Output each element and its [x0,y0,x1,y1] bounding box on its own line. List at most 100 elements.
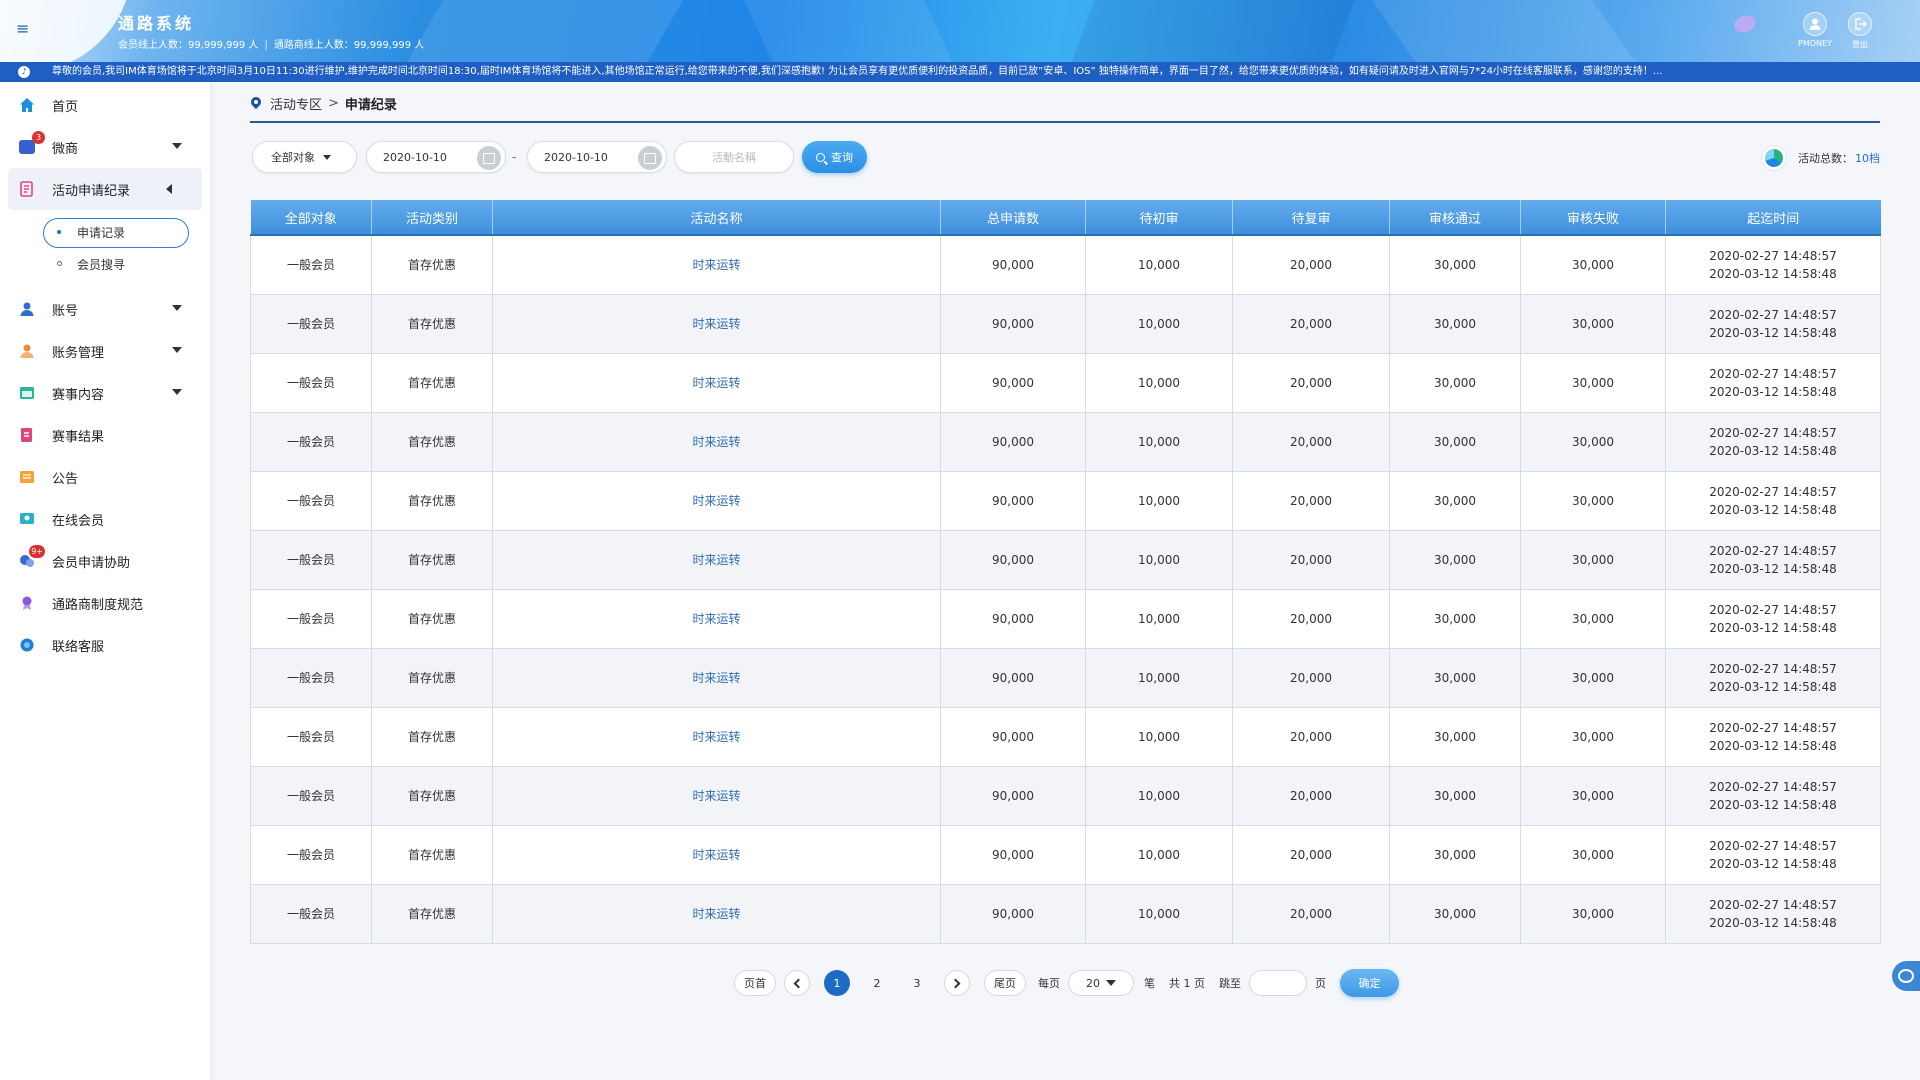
cell-name[interactable]: 时来运转 [492,529,941,590]
cell-name[interactable]: 时来运转 [492,824,941,885]
period-start: 2020-02-27 14:48:57 [1709,720,1837,735]
sidebar-item-online-member[interactable]: 在线会员 [0,498,210,540]
sidebar-item-event-result[interactable]: 赛事结果 [0,414,210,456]
column-header-total-applications[interactable]: 总申请数 [940,200,1086,236]
menu-toggle-icon[interactable]: ≡ [16,20,34,38]
cell-name[interactable]: 时来运转 [492,411,941,472]
sub-item-application-record[interactable]: 申请记录 [0,216,210,248]
cell-pending2: 20,000 [1232,352,1390,413]
sidebar-item-member-help[interactable]: 9+ 会员申请协助 [0,540,210,582]
table-row[interactable]: 一般会员 首存优惠 时来运转 90,000 10,000 20,000 30,000 30,0… [250,529,1881,590]
jump-page-input[interactable] [1249,970,1307,996]
column-header-period[interactable]: 起迄时间 [1665,200,1881,236]
announcement-text: 尊敬的会员,我司IM体育场馆将于北京时间3月10日11:30进行维护,维护完成时… [52,66,1663,77]
table-row[interactable]: 一般会员 首存优惠 时来运转 90,000 10,000 20,000 30,000 30,0… [250,647,1881,708]
policy-icon [18,594,36,612]
last-page-button[interactable]: 尾页 [984,970,1026,996]
cell-period: 2020-02-27 14:48:57 2020-03-12 14:58:48 [1665,234,1881,295]
jump-confirm-button[interactable]: 确定 [1340,969,1399,997]
cell-passed: 30,000 [1389,824,1521,885]
activity-name-input[interactable]: 活動名稱 [674,141,794,173]
column-header-target[interactable]: 全部对象 [250,200,372,236]
cell-name[interactable]: 时来运转 [492,883,941,944]
calendar-icon[interactable] [638,146,662,170]
prev-page-button[interactable] [784,970,810,996]
date-from-field[interactable]: 2020-10-10 [366,141,506,173]
target-select[interactable]: 全部对象 [252,141,357,173]
sidebar-item-activity-record[interactable]: 活动申请纪录 [8,168,202,210]
cell-name[interactable]: 时来运转 [492,765,941,826]
sidebar-item-notice[interactable]: 公告 [0,456,210,498]
sidebar-item-account[interactable]: 账号 [0,288,210,330]
table-row[interactable]: 一般会员 首存优惠 时来运转 90,000 10,000 20,000 30,000 30,0… [250,588,1881,649]
cell-name[interactable]: 时来运转 [492,293,941,354]
sidebar-item-policy[interactable]: 通路商制度规范 [0,582,210,624]
date-to-value: 2020-10-10 [544,150,608,164]
breadcrumb-divider [250,121,1880,123]
cell-name[interactable]: 时来运转 [492,647,941,708]
page-number[interactable]: 2 [864,970,890,996]
chevron-down-icon [172,347,182,353]
period-end: 2020-03-12 14:58:48 [1709,325,1837,340]
logout-button[interactable]: 登出 [1838,12,1882,50]
page-number[interactable]: 3 [904,970,930,996]
cell-pending2: 20,000 [1232,588,1390,649]
cell-target: 一般会员 [250,529,372,590]
sidebar-item-shop[interactable]: 3 微商 [0,126,210,168]
period-start: 2020-02-27 14:48:57 [1709,602,1837,617]
date-from-value: 2020-10-10 [383,150,447,164]
member-help-badge: 9+ [29,545,45,558]
sidebar-item-event-content[interactable]: 赛事内容 [0,372,210,414]
column-header-pending-first[interactable]: 待初审 [1085,200,1233,236]
jump-label: 跳至 [1219,977,1241,990]
table-row[interactable]: 一般会员 首存优惠 时来运转 90,000 10,000 20,000 30,000 30,0… [250,234,1881,295]
table-row[interactable]: 一般会员 首存优惠 时来运转 90,000 10,000 20,000 30,000 30,0… [250,411,1881,472]
period-start: 2020-02-27 14:48:57 [1709,779,1837,794]
sidebar-item-finance[interactable]: 账务管理 [0,330,210,372]
calendar-icon[interactable] [477,146,501,170]
chevron-left-icon [166,184,172,194]
pmoney-button[interactable]: PMONEY [1793,12,1837,48]
cell-name[interactable]: 时来运转 [492,588,941,649]
period-end: 2020-03-12 14:58:48 [1709,443,1837,458]
column-header-activity-name[interactable]: 活动名称 [492,200,941,236]
date-to-field[interactable]: 2020-10-10 [527,141,667,173]
table-row[interactable]: 一般会员 首存优惠 时来运转 90,000 10,000 20,000 30,000 30,0… [250,706,1881,767]
cell-name[interactable]: 时来运转 [492,706,941,767]
chat-float-button[interactable] [1892,961,1920,991]
cell-period: 2020-02-27 14:48:57 2020-03-12 14:58:48 [1665,883,1881,944]
per-page-label: 每页 [1038,977,1060,990]
cell-total: 90,000 [940,588,1086,649]
column-header-pending-second[interactable]: 待复审 [1232,200,1390,236]
next-page-button[interactable] [944,970,970,996]
cell-category: 首存优惠 [371,470,493,531]
period-start: 2020-02-27 14:48:57 [1709,543,1837,558]
cell-total: 90,000 [940,234,1086,295]
first-page-button[interactable]: 页首 [734,970,776,996]
cell-name[interactable]: 时来运转 [492,352,941,413]
sub-item-member-search[interactable]: 会员搜寻 [0,248,210,280]
cell-name[interactable]: 时来运转 [492,470,941,531]
column-header-rejected[interactable]: 审核失败 [1520,200,1666,236]
search-button[interactable]: 查询 [802,141,867,173]
sidebar-item-home[interactable]: 首页 [0,84,210,126]
breadcrumb-parent[interactable]: 活动专区 [270,94,322,113]
search-button-label: 查询 [831,151,853,164]
cell-total: 90,000 [940,470,1086,531]
customer-service-icon [18,636,36,654]
sidebar-item-customer-service[interactable]: 联络客服 [0,624,210,666]
page-number[interactable]: 1 [824,970,850,996]
table-row[interactable]: 一般会员 首存优惠 时来运转 90,000 10,000 20,000 30,000 30,0… [250,470,1881,531]
table-row[interactable]: 一般会员 首存优惠 时来运转 90,000 10,000 20,000 30,000 30,0… [250,765,1881,826]
per-page-select[interactable]: 20 [1068,970,1134,996]
table-row[interactable]: 一般会员 首存优惠 时来运转 90,000 10,000 20,000 30,000 30,0… [250,883,1881,944]
finance-icon [18,342,36,360]
cell-category: 首存优惠 [371,293,493,354]
table-row[interactable]: 一般会员 首存优惠 时来运转 90,000 10,000 20,000 30,000 30,0… [250,293,1881,354]
column-header-approved[interactable]: 审核通过 [1389,200,1521,236]
table-row[interactable]: 一般会员 首存优惠 时来运转 90,000 10,000 20,000 30,000 30,0… [250,824,1881,885]
cell-pending1: 10,000 [1085,588,1233,649]
column-header-category[interactable]: 活动类别 [371,200,493,236]
cell-name[interactable]: 时来运转 [492,234,941,295]
table-row[interactable]: 一般会员 首存优惠 时来运转 90,000 10,000 20,000 30,000 30,0… [250,352,1881,413]
